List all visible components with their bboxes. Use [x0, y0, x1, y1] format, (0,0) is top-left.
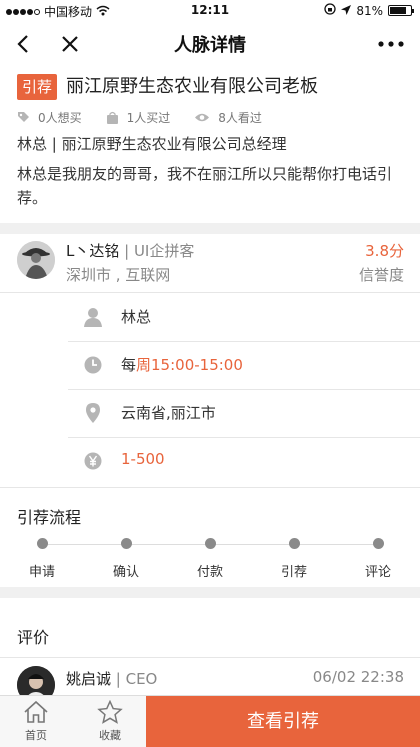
bottom-bar: 首页 收藏 查看引荐	[0, 695, 420, 747]
detail-row-price: 1-500	[0, 438, 420, 485]
page-title: 人脉详情	[174, 35, 246, 56]
flow-step-dot	[372, 538, 384, 549]
reviewer-separator: |	[111, 670, 126, 688]
listing-title: 丽江原野生态农业有限公司老板	[66, 76, 318, 97]
detail-time: 每周15:00-15:00	[121, 354, 243, 375]
favorite-button[interactable]: 收藏	[80, 700, 140, 743]
detail-row-contact: 林总	[0, 294, 420, 341]
provider-score: 3.8分	[365, 242, 404, 260]
stat-bought: 1人买过	[106, 109, 171, 126]
location-pin-icon	[84, 403, 102, 423]
tag-icon	[18, 112, 29, 122]
divider	[0, 292, 420, 293]
detail-row-time: 每周15:00-15:00	[0, 342, 420, 389]
flow-step-label: 申请	[28, 565, 55, 580]
detail-price: 1-500	[121, 450, 165, 468]
flow-step: 确认	[96, 538, 156, 580]
listing-description: 林总是我朋友的哥哥，我不在丽江所以只能帮你打电话引荐。	[17, 165, 393, 207]
stat-viewed-label: 8人看过	[218, 111, 262, 125]
clock-icon	[84, 355, 102, 375]
battery-fill	[390, 7, 406, 14]
flow-title: 引荐流程	[17, 508, 82, 527]
flow-step-label: 评论	[364, 565, 391, 580]
stats-row: 0人想买 1人买过 8人看过	[17, 109, 286, 126]
status-right: 81%	[324, 3, 414, 18]
provider-separator: |	[119, 242, 134, 260]
status-bar: 中国移动 12:11 81%	[0, 0, 420, 22]
stat-want: 0人想买	[17, 109, 82, 126]
detail-row-location: 云南省,丽江市	[0, 390, 420, 437]
reviews-title: 评价	[17, 628, 50, 647]
provider-card: L丶达铭 | UI企拼客 深圳市 , 互联网 3.8分 信誉度 林总 每周15:…	[0, 234, 420, 587]
location-arrow-icon	[341, 4, 352, 18]
battery-percent: 81%	[356, 3, 383, 18]
contact-subtitle: 林总 | 丽江原野生态农业有限公司总经理	[17, 135, 287, 153]
flow-step: 引荐	[264, 538, 324, 580]
review-time: 06/02 22:38	[312, 668, 404, 686]
provider-name-line: L丶达铭 | UI企拼客	[66, 240, 194, 261]
flow-step-dot	[204, 538, 216, 549]
flow-step: 申请	[12, 538, 72, 580]
divider	[0, 657, 420, 658]
star-icon	[97, 700, 123, 724]
flow-step-dot	[36, 538, 48, 549]
stat-bought-label: 1人买过	[126, 111, 171, 125]
reviewer-name-line: 姚启诚 | CEO	[66, 668, 157, 689]
home-button[interactable]: 首页	[6, 700, 66, 743]
detail-time-value: 周15:00-15:00	[136, 356, 243, 374]
detail-time-prefix: 每	[121, 356, 137, 374]
provider-score-label: 信誉度	[358, 266, 404, 284]
view-referral-button[interactable]: 查看引荐	[146, 696, 420, 747]
category-tag: 引荐	[17, 74, 58, 100]
provider-role: UI企拼客	[133, 242, 195, 260]
reviewer-role: CEO	[125, 670, 158, 688]
flow-step-label: 付款	[196, 565, 223, 580]
flow-step-dot	[288, 538, 300, 549]
flow-step: 付款	[180, 538, 240, 580]
battery-icon	[388, 5, 414, 16]
home-label: 首页	[25, 729, 47, 742]
flow-step-dot	[120, 538, 132, 549]
provider-location: 深圳市 , 互联网	[66, 266, 171, 284]
flow-step: 评论	[348, 538, 408, 580]
stat-viewed: 8人看过	[194, 109, 262, 126]
person-icon	[84, 307, 102, 327]
provider-avatar[interactable]	[17, 241, 55, 279]
yen-icon	[84, 451, 102, 471]
eye-icon	[195, 113, 210, 122]
reviewer-name: 姚启诚	[66, 670, 112, 688]
flow-step-label: 引荐	[280, 565, 307, 580]
provider-name: L丶达铭	[66, 242, 120, 260]
summary-card: 引荐 丽江原野生态农业有限公司老板 0人想买 1人买过 8人看过 林总 | 丽江…	[0, 66, 420, 223]
favorite-label: 收藏	[99, 729, 121, 742]
orientation-lock-icon	[324, 3, 336, 18]
detail-contact: 林总	[121, 308, 152, 326]
home-icon	[24, 700, 48, 723]
bag-icon	[106, 111, 118, 124]
detail-location: 云南省,丽江市	[121, 404, 216, 422]
divider	[0, 487, 420, 488]
stat-want-label: 0人想买	[38, 111, 82, 125]
nav-bar: 人脉详情	[0, 22, 420, 66]
flow-step-label: 确认	[112, 565, 139, 580]
more-icon[interactable]	[376, 32, 406, 56]
